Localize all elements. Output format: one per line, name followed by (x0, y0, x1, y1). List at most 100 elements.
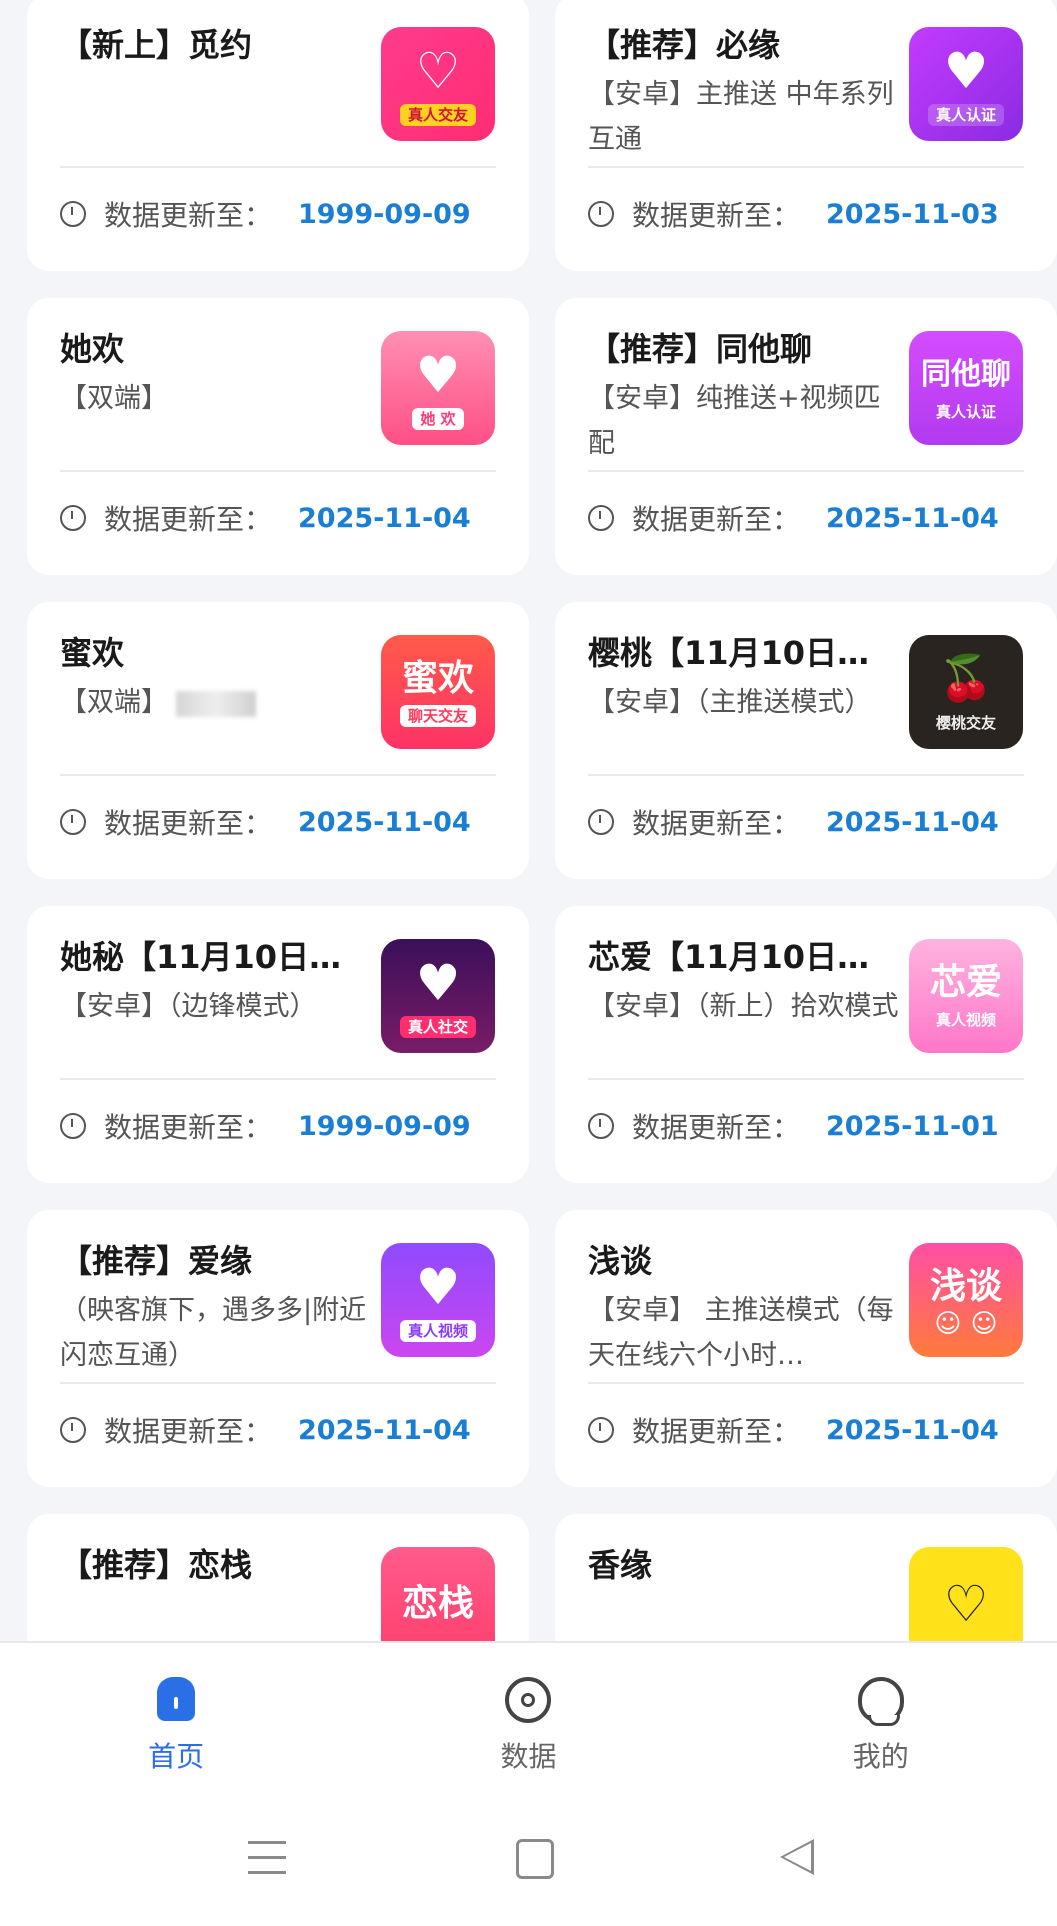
update-date: 2025-11-04 (298, 806, 471, 838)
update-info: 数据更新至： 2025-11-03 (588, 197, 999, 232)
update-info: 数据更新至： 1999-09-09 (60, 1109, 471, 1144)
data-icon (505, 1677, 552, 1723)
update-label: 数据更新至： (104, 503, 273, 536)
update-info: 数据更新至： 2025-11-04 (588, 805, 999, 840)
app-description: 【安卓】（边锋模式） (60, 991, 317, 1022)
card-grid: 【新上】觅约 ♡ 真人交友 数据更新至： 1999-09-09 【推荐】必缘 【… (27, 0, 1057, 1641)
clock-icon (588, 1113, 614, 1139)
app-card[interactable]: 香缘 ♡ (555, 1514, 1057, 1641)
update-info: 数据更新至： 2025-11-04 (588, 1413, 999, 1448)
update-label: 数据更新至： (632, 503, 801, 536)
update-label: 数据更新至： (632, 1415, 801, 1448)
tab-label: 我的 (852, 1740, 909, 1773)
app-card[interactable]: 浅谈 【安卓】 主推送模式（每天在线六个小时… 浅谈 ☺ ☺ 数据更新至： 20… (555, 1210, 1057, 1487)
update-label: 数据更新至： (632, 1111, 801, 1144)
app-title: 她欢 (60, 330, 125, 368)
tami-couple-icon: ♥ 真人社交 (381, 939, 495, 1053)
app-title: 【推荐】同他聊 (588, 330, 813, 368)
app-description: （映客旗下，遇多多|附近闪恋互通） (60, 1295, 367, 1371)
app-title: 香缘 (588, 1546, 653, 1584)
miyue-chat-bubble-icon: ♡ 真人交友 (381, 27, 495, 141)
update-info: 数据更新至： 2025-11-04 (588, 501, 999, 536)
clock-icon (60, 1417, 86, 1443)
menu-icon[interactable] (248, 1841, 286, 1877)
app-description: 【安卓】主推送 中年系列互通 (588, 79, 894, 155)
clock-icon (588, 809, 614, 835)
clock-icon (60, 505, 86, 531)
divider (60, 1078, 496, 1080)
profile-icon (857, 1677, 904, 1726)
cherry-icon: 🍒 樱桃交友 (909, 635, 1023, 749)
divider (60, 166, 496, 168)
biyuan-couple-icon: ♥ 真人认证 (909, 27, 1023, 141)
system-navigation-bar (0, 1801, 1057, 1926)
app-title: 【新上】觅约 (60, 26, 253, 64)
app-description: 【双端】 (60, 680, 378, 770)
update-date: 1999-09-09 (298, 198, 471, 230)
app-description: 【双端】 (60, 383, 168, 414)
tab-profile[interactable]: 我的 (781, 1643, 981, 1775)
back-triangle-icon[interactable] (780, 1839, 814, 1875)
clock-icon (60, 809, 86, 835)
update-label: 数据更新至： (104, 199, 273, 232)
update-date: 2025-11-04 (826, 806, 999, 838)
tahuan-hearts-icon: ♥ 她 欢 (381, 331, 495, 445)
divider (588, 1078, 1024, 1080)
app-card[interactable]: 【推荐】恋栈 恋栈 (27, 1514, 529, 1641)
update-info: 数据更新至： 2025-11-04 (60, 805, 471, 840)
lianzhan-text-icon: 恋栈 (381, 1547, 495, 1641)
clock-icon (60, 1113, 86, 1139)
divider (588, 1382, 1024, 1384)
card-list[interactable]: 【新上】觅约 ♡ 真人交友 数据更新至： 1999-09-09 【推荐】必缘 【… (0, 0, 1057, 1641)
clock-icon (588, 1417, 614, 1443)
tab-home[interactable]: 首页 (76, 1643, 276, 1775)
clock-icon (588, 505, 614, 531)
app-card[interactable]: 【新上】觅约 ♡ 真人交友 数据更新至： 1999-09-09 (27, 0, 529, 271)
app-card[interactable]: 【推荐】同他聊 【安卓】纯推送+视频匹配 同他聊 真人认证 数据更新至： 202… (555, 298, 1057, 575)
xinai-text-icon: 芯爱 真人视频 (909, 939, 1023, 1053)
update-date: 2025-11-03 (826, 198, 999, 230)
app-title: 【推荐】恋栈 (60, 1546, 253, 1584)
blurred-text (176, 690, 256, 717)
app-card[interactable]: 樱桃【11月10日… 【安卓】（主推送模式） 🍒 樱桃交友 数据更新至： 202… (555, 602, 1057, 879)
app-card[interactable]: 【推荐】必缘 【安卓】主推送 中年系列互通 ♥ 真人认证 数据更新至： 2025… (555, 0, 1057, 271)
divider (60, 470, 496, 472)
app-card[interactable]: 她欢 【双端】 ♥ 她 欢 数据更新至： 2025-11-04 (27, 298, 529, 575)
app-card[interactable]: 芯爱【11月10日… 【安卓】（新上）拾欢模式 芯爱 真人视频 数据更新至： 2… (555, 906, 1057, 1183)
home-icon (153, 1677, 199, 1723)
app-card[interactable]: 蜜欢 【双端】 蜜欢 聊天交友 数据更新至： 2025-11-04 (27, 602, 529, 879)
update-label: 数据更新至： (104, 807, 273, 840)
app-description: 【安卓】（新上）拾欢模式 (588, 991, 899, 1022)
tab-label: 数据 (500, 1740, 557, 1773)
app-description: 【安卓】（主推送模式） (588, 687, 872, 718)
app-title: 【推荐】爱缘 (60, 1242, 253, 1280)
update-date: 2025-11-01 (826, 1110, 999, 1142)
divider (588, 166, 1024, 168)
update-info: 数据更新至： 1999-09-09 (60, 197, 471, 232)
qiantan-faces-icon: 浅谈 ☺ ☺ (909, 1243, 1023, 1357)
app-title: 芯爱【11月10日… (588, 938, 870, 976)
update-label: 数据更新至： (632, 199, 801, 232)
update-date: 2025-11-04 (826, 1414, 999, 1446)
update-date: 2025-11-04 (826, 502, 999, 534)
clock-icon (588, 201, 614, 227)
app-title: 樱桃【11月10日… (588, 634, 870, 672)
app-title: 她秘【11月10日… (60, 938, 342, 976)
update-date: 1999-09-09 (298, 1110, 471, 1142)
update-info: 数据更新至： 2025-11-01 (588, 1109, 999, 1144)
app-card[interactable]: 【推荐】爱缘 （映客旗下，遇多多|附近闪恋互通） ♥ 真人视频 数据更新至： 2… (27, 1210, 529, 1487)
tab-data[interactable]: 数据 (428, 1643, 628, 1775)
bottom-tab-bar: 首页 数据 我的 (0, 1641, 1057, 1801)
divider (60, 1382, 496, 1384)
divider (588, 774, 1024, 776)
aiyuan-couple-icon: ♥ 真人视频 (381, 1243, 495, 1357)
update-date: 2025-11-04 (298, 1414, 471, 1446)
update-date: 2025-11-04 (298, 502, 471, 534)
app-description: 【安卓】 主推送模式（每天在线六个小时… (588, 1295, 894, 1371)
update-info: 数据更新至： 2025-11-04 (60, 501, 471, 536)
home-square-icon[interactable] (516, 1839, 554, 1879)
clock-icon (60, 201, 86, 227)
tab-label: 首页 (148, 1740, 205, 1773)
app-card[interactable]: 她秘【11月10日… 【安卓】（边锋模式） ♥ 真人社交 数据更新至： 1999… (27, 906, 529, 1183)
update-info: 数据更新至： 2025-11-04 (60, 1413, 471, 1448)
